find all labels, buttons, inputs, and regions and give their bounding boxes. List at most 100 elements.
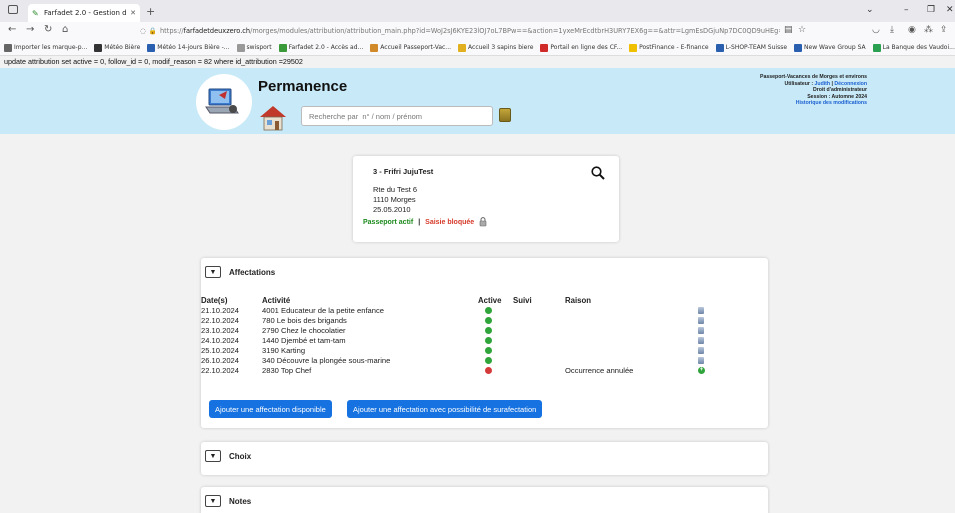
bookmark-favicon-icon	[94, 43, 103, 52]
table-row: 22.10.2024 780 Le bois des brigands	[201, 316, 768, 326]
choix-toggle-icon[interactable]: ▼	[205, 450, 221, 462]
tab-overview-icon[interactable]	[8, 5, 18, 14]
edit-icon[interactable]	[698, 347, 704, 354]
bookmark-label: Portail en ligne des CF...	[550, 44, 623, 51]
session-name: Session : Automne 2024	[807, 93, 867, 100]
bookmark-item[interactable]: La Banque des Vaudoi...	[872, 43, 955, 52]
add-affectation-overbook-button[interactable]: Ajouter une affectation avec possibilité…	[347, 400, 543, 418]
row-activity: 1440 Djembé et tam-tam	[262, 336, 346, 345]
bookmark-label: Farfadet 2.0 - Accès ad...	[288, 44, 364, 51]
row-date: 25.10.2024	[201, 346, 240, 355]
edit-icon[interactable]	[698, 337, 704, 344]
share-icon[interactable]: ⇪	[940, 25, 948, 35]
child-name: 3 - Frifri JujuTest	[373, 167, 434, 176]
bookmark-favicon-icon	[4, 43, 12, 52]
child-status: Passeport actif | Saisie bloquée	[363, 217, 609, 227]
laptop-logo-icon	[205, 88, 239, 114]
edit-icon[interactable]	[698, 357, 704, 364]
bookmark-item[interactable]: Farfadet 2.0 - Accès ad...	[278, 43, 364, 52]
table-row: 21.10.2024 4001 Educateur de la petite en…	[201, 306, 768, 316]
address-bar[interactable]: ◌ 🔒 https:// farfadetdeuxzero.ch /morges…	[140, 24, 780, 38]
history-link[interactable]: Historique des modifications	[760, 100, 867, 107]
page-title: Permanence	[258, 78, 348, 95]
user-link[interactable]: Judith	[815, 81, 831, 87]
new-tab-icon[interactable]: +	[146, 5, 155, 18]
minimize-icon[interactable]: –	[904, 5, 909, 15]
forward-icon[interactable]: →	[26, 24, 34, 35]
notes-title: Notes	[229, 496, 252, 506]
download-icon[interactable]: ⤓	[890, 25, 894, 35]
bookmark-label: swisport	[246, 44, 272, 51]
col-header-activity: Activité	[262, 296, 291, 305]
active-check-icon	[485, 347, 492, 354]
row-activity: 340 Découvre la plongée sous-marine	[262, 356, 391, 365]
reader-view-icon[interactable]: ▤	[784, 25, 793, 35]
close-window-icon[interactable]: ✕	[946, 5, 954, 15]
row-date: 24.10.2024	[201, 336, 240, 345]
bookmarks-bar: Importer les marque-p... Météo Bière Météo…	[0, 40, 955, 56]
close-tab-icon[interactable]: ✕	[130, 9, 136, 17]
add-icon[interactable]: +	[698, 367, 705, 374]
browser-navbar: ← → ↻ ⌂ ◌ 🔒 https:// farfadetdeuxzero.ch…	[0, 22, 955, 40]
affectations-toggle-icon[interactable]: ▼	[205, 266, 221, 278]
sql-debug-text: update attribution set active = 0, follo…	[4, 57, 303, 66]
add-affectation-button[interactable]: Ajouter une affectation disponible	[209, 400, 332, 418]
bookmark-item[interactable]: PostFinance - E-finance	[629, 43, 709, 52]
child-street: Rte du Test 6	[373, 185, 418, 194]
bookmark-item[interactable]: Portail en ligne des CF...	[540, 43, 623, 52]
status-separator: |	[418, 218, 421, 226]
table-row: 22.10.2024 2830 Top Chef Occurrence annulé…	[201, 366, 768, 376]
back-icon[interactable]: ←	[8, 24, 16, 35]
bookmark-favicon-icon	[236, 43, 245, 52]
app-logo[interactable]	[196, 74, 252, 130]
logout-link[interactable]: Déconnexion	[834, 81, 867, 87]
lock-status: Saisie bloquée	[425, 218, 475, 226]
browser-tab[interactable]: ✎ Farfadet 2.0 - Gestion des passe ✕	[28, 4, 140, 22]
child-card: 3 - Frifri JujuTest Rte du Test 6 1110 M…	[353, 156, 619, 242]
row-activity: 4001 Educateur de la petite enfance	[262, 306, 385, 315]
home-icon[interactable]: ⌂	[62, 24, 68, 35]
edit-icon[interactable]	[698, 307, 704, 314]
search-input[interactable]	[301, 106, 493, 126]
bookmark-star-icon[interactable]: ☆	[798, 25, 806, 35]
bookmark-favicon-icon	[715, 43, 724, 52]
tab-title: Farfadet 2.0 - Gestion des passe	[44, 9, 127, 17]
bookmark-label: Accueil 3 sapins biere	[468, 44, 534, 51]
bookmark-item[interactable]: New Wave Group SA	[794, 43, 866, 52]
maximize-icon[interactable]: ❐	[927, 5, 935, 15]
page-header: Permanence Passeport-Vacances de Morges …	[0, 68, 955, 134]
col-header-reason: Raison	[565, 296, 591, 305]
home-icon[interactable]	[258, 104, 288, 132]
bookmark-item[interactable]: Météo Bière	[94, 43, 141, 52]
padlock-icon[interactable]	[478, 217, 488, 227]
search-submit-icon[interactable]	[499, 108, 511, 122]
magnifier-icon[interactable]	[591, 166, 605, 180]
bookmark-item[interactable]: L-SHOP-TEAM Suisse	[715, 43, 787, 52]
active-check-icon	[485, 337, 492, 344]
bookmark-item[interactable]: Accueil Passeport-Vac...	[370, 43, 451, 52]
edit-icon[interactable]	[698, 317, 704, 324]
active-check-icon	[485, 327, 492, 334]
bookmark-label: Météo Bière	[104, 44, 141, 51]
bookmark-label: La Banque des Vaudoi...	[882, 44, 955, 51]
reload-icon[interactable]: ↻	[44, 24, 52, 35]
user-info-panel: Passeport-Vacances de Morges et environs…	[760, 74, 867, 107]
active-check-icon	[485, 307, 492, 314]
bookmark-item[interactable]: Importer les marque-p...	[4, 43, 88, 52]
bookmark-favicon-icon	[872, 43, 881, 52]
bookmark-favicon-icon	[458, 43, 467, 52]
bookmark-favicon-icon	[794, 43, 803, 52]
bookmark-item[interactable]: swisport	[236, 43, 272, 52]
extensions-icon[interactable]: ⁂	[924, 25, 933, 35]
pass-status: Passeport actif	[363, 218, 414, 226]
bookmark-item[interactable]: Météo 14-jours Bière -...	[147, 43, 230, 52]
notes-toggle-icon[interactable]: ▼	[205, 495, 221, 507]
edit-icon[interactable]	[698, 327, 704, 334]
row-reason: Occurrence annulée	[565, 366, 634, 375]
account-icon[interactable]: ◉	[908, 25, 916, 35]
tab-list-chevron-icon[interactable]: ⌄	[866, 5, 874, 15]
pocket-icon[interactable]: ◡	[872, 25, 880, 35]
bookmark-item[interactable]: Accueil 3 sapins biere	[458, 43, 534, 52]
url-path: /morges/modules/attribution/attribution_…	[250, 27, 780, 35]
bookmark-label: Importer les marque-p...	[14, 44, 88, 51]
